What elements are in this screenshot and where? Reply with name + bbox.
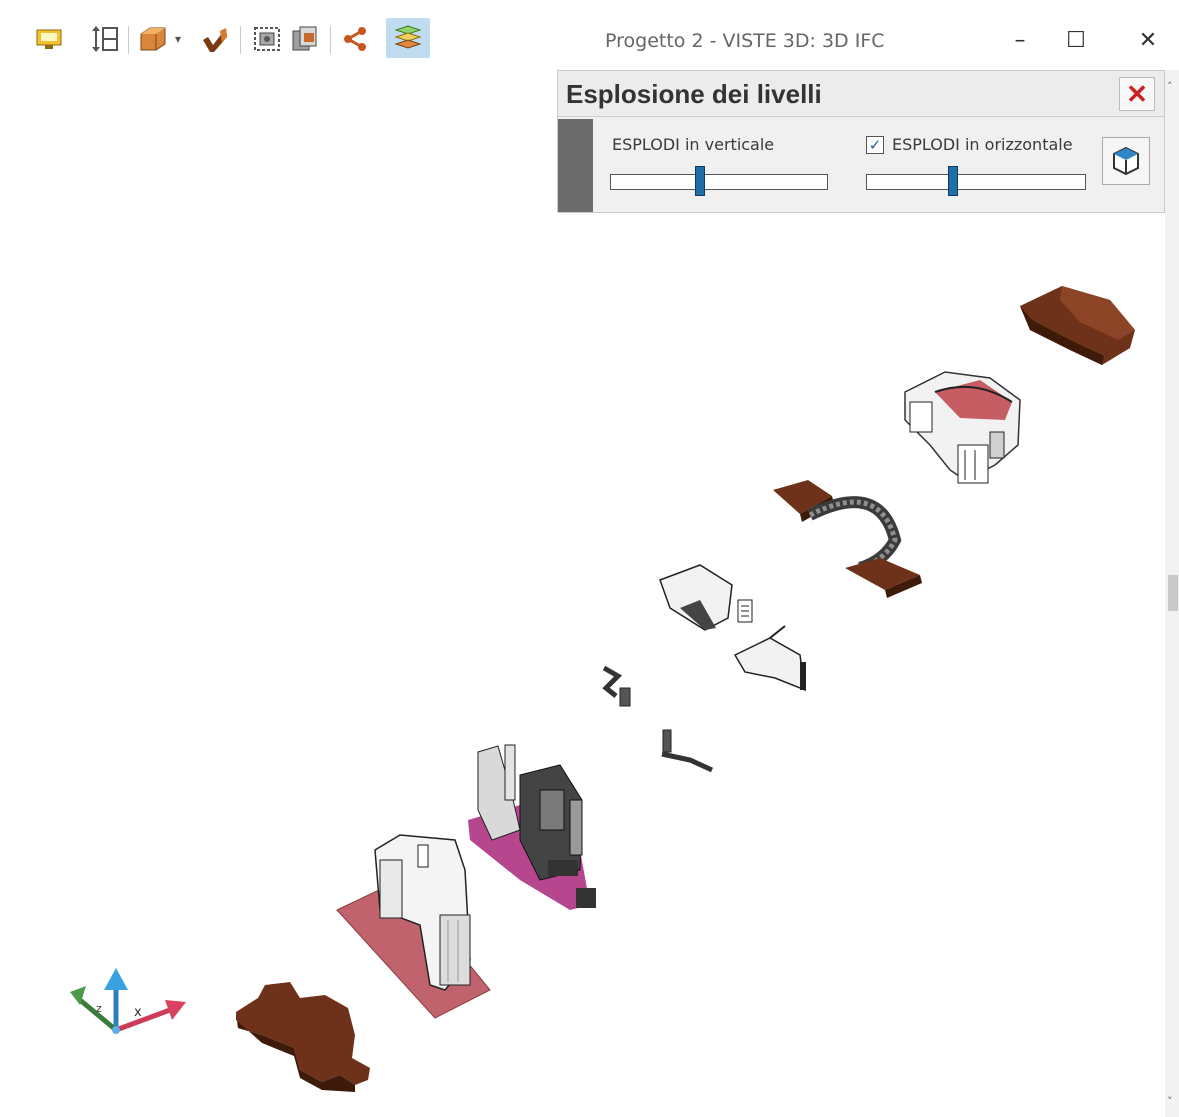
roof-slab[interactable] xyxy=(1020,286,1135,365)
upper-level-model[interactable] xyxy=(904,371,1021,484)
panel-close-button[interactable]: ✕ xyxy=(1119,77,1155,111)
curved-stair-level[interactable] xyxy=(773,480,922,598)
vertical-explode-label: ESPLODI in verticale xyxy=(612,135,775,154)
middle-block-model[interactable] xyxy=(659,564,753,631)
stair-fragment-2[interactable] xyxy=(661,729,714,773)
vertical-explode-slider[interactable] xyxy=(610,166,828,196)
panel-grip[interactable] xyxy=(558,119,593,212)
z-axis-label: z xyxy=(96,1002,102,1015)
lower-block-model[interactable] xyxy=(733,625,806,692)
3d-cube-icon xyxy=(1113,146,1139,176)
reset-view-button[interactable] xyxy=(1102,137,1150,185)
ground-level-model[interactable] xyxy=(468,744,596,910)
foundation-slab[interactable] xyxy=(236,982,370,1092)
explode-levels-panel: Esplosione dei livelli ✕ ESPLODI in vert… xyxy=(557,70,1165,213)
horizontal-explode-slider[interactable] xyxy=(866,166,1086,196)
scroll-thumb[interactable] xyxy=(1168,575,1178,611)
horizontal-slider-thumb[interactable] xyxy=(948,166,958,196)
scroll-up-arrow[interactable]: ˄ xyxy=(1167,80,1173,93)
checkbox-checkmark: ✓ xyxy=(868,136,882,154)
panel-header: Esplosione dei livelli ✕ xyxy=(558,71,1164,117)
axes-gizmo[interactable]: x z xyxy=(70,968,186,1034)
stair-fragment-1[interactable] xyxy=(602,665,631,707)
horizontal-explode-label: ESPLODI in orizzontale xyxy=(892,135,1073,154)
close-icon: ✕ xyxy=(1126,79,1148,109)
horizontal-explode-checkbox[interactable]: ✓ xyxy=(866,136,884,154)
scroll-down-arrow[interactable]: ˅ xyxy=(1167,1095,1173,1108)
panel-title: Esplosione dei livelli xyxy=(566,79,822,109)
x-axis-label: x xyxy=(134,1005,142,1020)
vertical-slider-thumb[interactable] xyxy=(695,166,705,196)
first-floor-model[interactable] xyxy=(336,834,491,1019)
